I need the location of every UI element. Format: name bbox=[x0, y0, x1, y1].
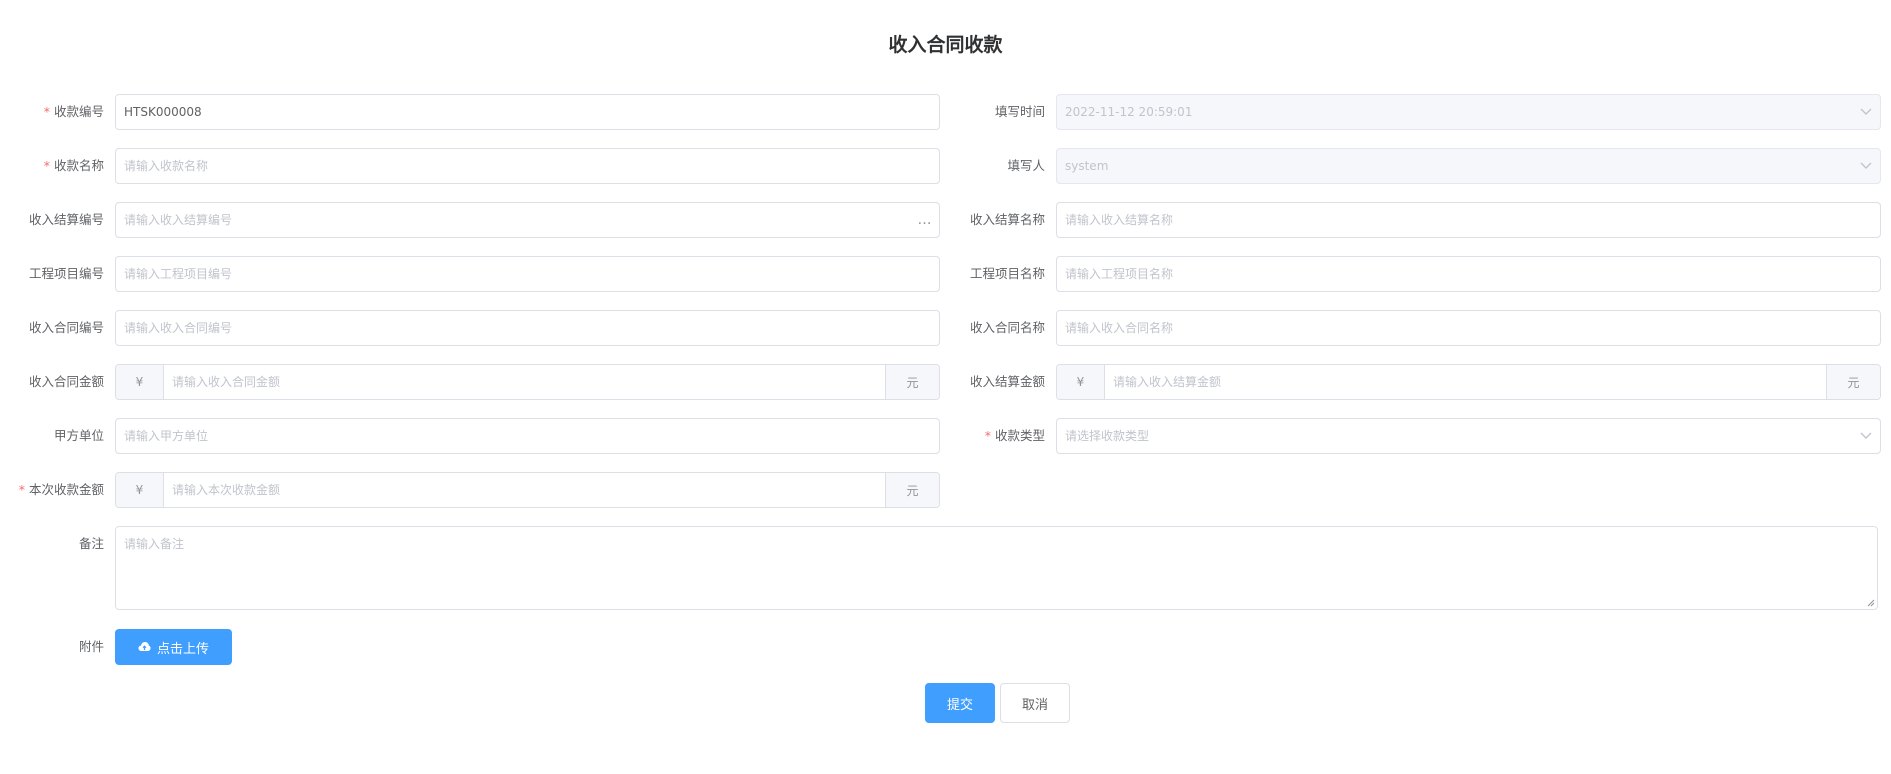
contract-name-input[interactable] bbox=[1057, 311, 1880, 345]
more-dots-icon[interactable]: … bbox=[911, 212, 939, 228]
row-receipt-name: * 收款名称 bbox=[0, 148, 945, 184]
row-project-no: 工程项目编号 bbox=[0, 256, 945, 292]
contract-no-field[interactable] bbox=[115, 310, 940, 346]
remark-field[interactable] bbox=[115, 526, 1878, 610]
label-receipt-no: * 收款编号 bbox=[43, 104, 104, 119]
label-contract-name: 收入合同名称 bbox=[969, 320, 1045, 335]
project-no-field[interactable] bbox=[115, 256, 940, 292]
chevron-down-icon bbox=[1852, 108, 1880, 116]
project-name-input[interactable] bbox=[1057, 257, 1880, 291]
project-no-input[interactable] bbox=[116, 257, 939, 291]
currency-prefix: ¥ bbox=[1057, 365, 1105, 399]
label-settlement-name: 收入结算名称 bbox=[969, 212, 1045, 227]
label-current-amount: * 本次收款金额 bbox=[18, 482, 104, 497]
upload-button-label: 点击上传 bbox=[156, 640, 209, 656]
chevron-down-icon bbox=[1852, 162, 1880, 170]
row-attachment: 附件 点击上传 bbox=[0, 629, 945, 665]
row-settlement-no: 收入结算编号 … bbox=[0, 202, 945, 238]
chevron-down-icon[interactable] bbox=[1852, 432, 1880, 440]
filler-select bbox=[1056, 148, 1881, 184]
receipt-type-input[interactable] bbox=[1057, 419, 1852, 453]
row-settlement-name: 收入结算名称 bbox=[945, 202, 1891, 238]
label-contract-no: 收入合同编号 bbox=[28, 320, 104, 335]
row-project-name: 工程项目名称 bbox=[945, 256, 1891, 292]
label-settlement-no: 收入结算编号 bbox=[28, 212, 104, 227]
receipt-name-input[interactable] bbox=[116, 149, 939, 183]
row-filler: 填写人 bbox=[945, 148, 1891, 184]
receipt-no-field[interactable] bbox=[115, 94, 940, 130]
row-contract-no: 收入合同编号 bbox=[0, 310, 945, 346]
row-fill-time: 填写时间 bbox=[945, 94, 1891, 130]
page-title: 收入合同收款 bbox=[888, 34, 1003, 56]
label-receipt-name: * 收款名称 bbox=[43, 158, 104, 173]
row-party-a: 甲方单位 bbox=[0, 418, 945, 454]
settlement-amount-input[interactable] bbox=[1105, 365, 1826, 399]
row-receipt-type: * 收款类型 bbox=[945, 418, 1891, 454]
current-amount-input[interactable] bbox=[164, 473, 885, 507]
label-project-no: 工程项目编号 bbox=[28, 266, 104, 281]
currency-prefix: ¥ bbox=[116, 365, 164, 399]
party-a-field[interactable] bbox=[115, 418, 940, 454]
unit-suffix: 元 bbox=[885, 473, 939, 507]
receipt-form-page: 收入合同收款 *收款编号 填写时间 *收款名称 填写人 bbox=[0, 0, 1891, 774]
label-contract-amount: 收入合同金额 bbox=[28, 374, 104, 389]
row-remark: 备注 bbox=[0, 526, 1891, 612]
row-contract-amount: 收入合同金额 ¥ 元 bbox=[0, 364, 945, 400]
contract-amount-field[interactable]: ¥ 元 bbox=[115, 364, 940, 400]
settlement-name-input[interactable] bbox=[1057, 203, 1880, 237]
upload-button[interactable]: 点击上传 bbox=[115, 629, 232, 665]
fill-time-input bbox=[1057, 95, 1852, 129]
settlement-no-input[interactable] bbox=[116, 203, 911, 237]
label-settlement-amount: 收入结算金额 bbox=[969, 374, 1045, 389]
required-mark: * bbox=[984, 428, 991, 443]
label-filler: 填写人 bbox=[1007, 158, 1045, 173]
receipt-no-input[interactable] bbox=[116, 95, 939, 129]
contract-no-input[interactable] bbox=[116, 311, 939, 345]
settlement-no-field[interactable]: … bbox=[115, 202, 940, 238]
required-mark: * bbox=[18, 482, 25, 497]
row-contract-name: 收入合同名称 bbox=[945, 310, 1891, 346]
label-fill-time: 填写时间 bbox=[994, 104, 1045, 119]
required-mark: * bbox=[43, 158, 50, 173]
contract-amount-input[interactable] bbox=[164, 365, 885, 399]
row-current-amount: *本次收款金额 ¥ 元 bbox=[0, 472, 945, 508]
row-receipt-no: * 收款编号 bbox=[0, 94, 945, 130]
project-name-field[interactable] bbox=[1056, 256, 1881, 292]
cloud-upload-icon bbox=[138, 640, 151, 655]
filler-input bbox=[1057, 149, 1852, 183]
cancel-button[interactable]: 取消 bbox=[1000, 683, 1070, 723]
currency-prefix: ¥ bbox=[116, 473, 164, 507]
receipt-type-select[interactable] bbox=[1056, 418, 1881, 454]
settlement-amount-field[interactable]: ¥ 元 bbox=[1056, 364, 1881, 400]
fill-time-select bbox=[1056, 94, 1881, 130]
party-a-input[interactable] bbox=[116, 419, 939, 453]
submit-button[interactable]: 提交 bbox=[925, 683, 995, 723]
unit-suffix: 元 bbox=[885, 365, 939, 399]
settlement-name-field[interactable] bbox=[1056, 202, 1881, 238]
required-mark: * bbox=[43, 104, 50, 119]
unit-suffix: 元 bbox=[1826, 365, 1880, 399]
label-project-name: 工程项目名称 bbox=[969, 266, 1045, 281]
label-remark: 备注 bbox=[78, 536, 104, 551]
remark-textarea[interactable] bbox=[116, 527, 1877, 609]
contract-name-field[interactable] bbox=[1056, 310, 1881, 346]
resize-grip-icon[interactable] bbox=[1865, 597, 1875, 607]
label-party-a: 甲方单位 bbox=[53, 428, 104, 443]
label-attachment: 附件 bbox=[78, 639, 104, 654]
row-settlement-amount: 收入结算金额 ¥ 元 bbox=[945, 364, 1891, 400]
label-receipt-type: * 收款类型 bbox=[984, 428, 1045, 443]
receipt-name-field[interactable] bbox=[115, 148, 940, 184]
current-amount-field[interactable]: ¥ 元 bbox=[115, 472, 940, 508]
